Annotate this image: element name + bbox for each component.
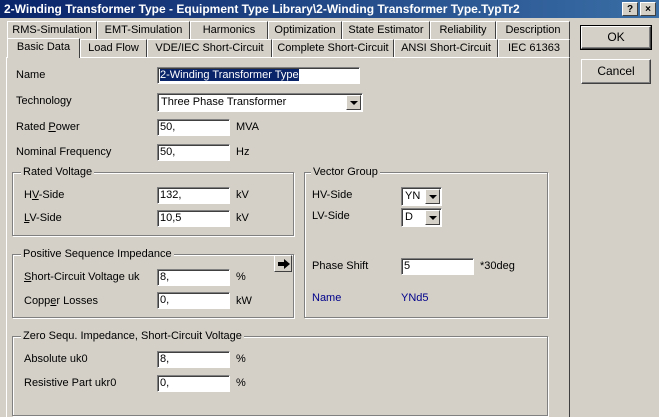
vector-hv-side-value: YN — [405, 190, 421, 202]
vector-lv-side-label: LV-Side — [312, 210, 350, 222]
chevron-down-icon[interactable] — [425, 210, 440, 225]
tab-load-flow[interactable]: Load Flow — [80, 39, 147, 57]
resistive-ukr0-label: Resistive Part ukr0 — [24, 377, 117, 389]
vector-name-label: Name — [312, 292, 342, 304]
technology-select[interactable]: Three Phase Transformer — [157, 93, 363, 112]
hv-side-unit: kV — [236, 189, 249, 201]
hv-side-voltage-input[interactable]: 132, — [157, 187, 230, 204]
tab-basic-data[interactable]: Basic Data — [7, 38, 80, 58]
copper-losses-input[interactable]: 0, — [157, 292, 230, 309]
absolute-uk0-unit: % — [236, 353, 246, 365]
tab-rms-simulation[interactable]: RMS-Simulation — [7, 21, 97, 39]
arrow-right-icon[interactable] — [274, 255, 292, 272]
chevron-down-icon[interactable] — [425, 189, 440, 204]
nominal-frequency-unit: Hz — [236, 146, 250, 158]
resistive-ukr0-unit: % — [236, 377, 246, 389]
phase-shift-label: Phase Shift — [312, 260, 369, 272]
tab-reliability[interactable]: Reliability — [430, 21, 496, 39]
zero-sequence-title: Zero Sequ. Impedance, Short-Circuit Volt… — [21, 330, 244, 342]
short-circuit-voltage-input[interactable]: 8, — [157, 269, 230, 286]
rated-voltage-group — [12, 172, 294, 236]
tab-harmonics[interactable]: Harmonics — [190, 21, 268, 39]
tab-iec-61363[interactable]: IEC 61363 — [498, 39, 570, 57]
lv-side-unit: kV — [236, 212, 249, 224]
positive-sequence-group — [12, 254, 294, 318]
vector-hv-side-select[interactable]: YN — [401, 187, 442, 206]
rated-voltage-title: Rated Voltage — [21, 166, 95, 178]
zero-sequence-group — [12, 336, 548, 416]
copper-losses-label: Copper Losses — [24, 295, 98, 307]
rated-power-unit: MVA — [236, 121, 260, 133]
vector-hv-side-label: HV-Side — [312, 189, 353, 201]
positive-sequence-title: Positive Sequence Impedance — [21, 248, 174, 260]
lv-side-label: LV-Side — [24, 212, 62, 224]
copper-losses-unit: kW — [236, 295, 252, 307]
tab-description[interactable]: Description — [496, 21, 570, 39]
nominal-frequency-label: Nominal Frequency — [16, 146, 112, 158]
window-title: 2-Winding Transformer Type - Equipment T… — [4, 2, 520, 16]
help-button[interactable]: ? — [622, 2, 638, 16]
rated-power-label: Rated Power — [16, 121, 80, 133]
short-circuit-voltage-label: Short-Circuit Voltage uk — [24, 271, 140, 283]
nominal-frequency-input[interactable]: 50, — [157, 144, 230, 161]
tab-ansi-short-circuit[interactable]: ANSI Short-Circuit — [394, 39, 498, 57]
cancel-button[interactable]: Cancel — [581, 59, 651, 84]
hv-side-label: HV-Side — [24, 189, 65, 201]
vector-group-title: Vector Group — [311, 166, 380, 178]
chevron-down-icon[interactable] — [346, 95, 361, 110]
short-circuit-voltage-unit: % — [236, 271, 246, 283]
technology-label: Technology — [16, 95, 72, 107]
vector-lv-side-select[interactable]: D — [401, 208, 442, 227]
absolute-uk0-label: Absolute uk0 — [24, 353, 88, 365]
tab-optimization[interactable]: Optimization — [268, 21, 342, 39]
absolute-uk0-input[interactable]: 8, — [157, 351, 230, 368]
name-input[interactable]: 2-Winding Transformer Type — [157, 67, 360, 84]
tab-vde-iec-short-circuit[interactable]: VDE/IEC Short-Circuit — [147, 39, 272, 57]
phase-shift-input[interactable]: 5 — [401, 258, 474, 275]
tab-emt-simulation[interactable]: EMT-Simulation — [97, 21, 190, 39]
name-label: Name — [16, 69, 46, 81]
vector-name-value: YNd5 — [401, 292, 429, 304]
lv-side-voltage-input[interactable]: 10,5 — [157, 210, 230, 227]
vector-lv-side-value: D — [405, 211, 413, 223]
rated-power-input[interactable]: 50, — [157, 119, 230, 136]
phase-shift-unit: *30deg — [480, 260, 515, 272]
technology-value: Three Phase Transformer — [161, 96, 287, 108]
tab-state-estimator[interactable]: State Estimator — [342, 21, 430, 39]
window-title-bar: 2-Winding Transformer Type - Equipment T… — [0, 0, 659, 18]
ok-button[interactable]: OK — [580, 25, 652, 50]
resistive-ukr0-input[interactable]: 0, — [157, 375, 230, 392]
close-button[interactable]: × — [640, 2, 656, 16]
name-value: 2-Winding Transformer Type — [160, 69, 299, 81]
tab-complete-short-circuit[interactable]: Complete Short-Circuit — [272, 39, 394, 57]
